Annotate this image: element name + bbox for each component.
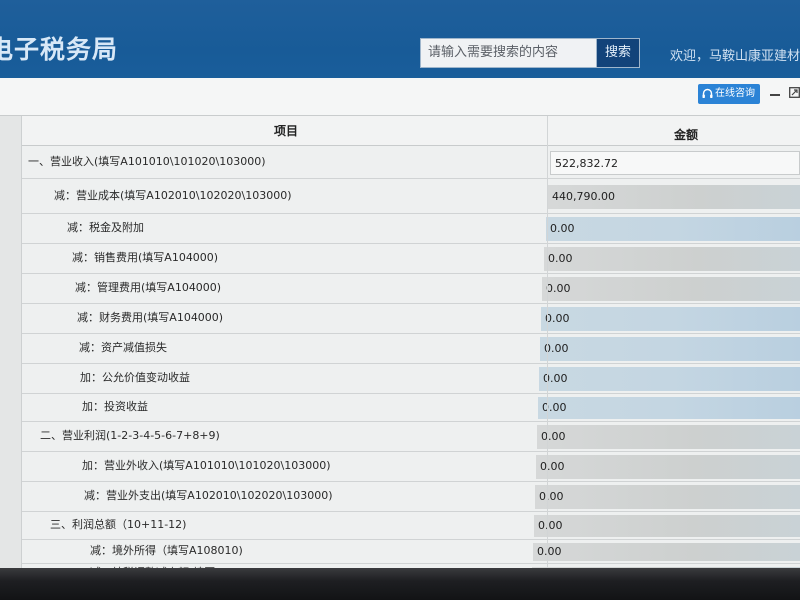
site-title: 电子税务局 (0, 35, 119, 64)
amount-value: 440,790.00 (552, 190, 615, 203)
amount-value: 0.00 (539, 490, 564, 503)
amount-input[interactable]: 0.00 (534, 515, 800, 537)
table-row: 减：税金及附加 0.00 (22, 214, 800, 244)
amount-input[interactable]: 0.00 (536, 455, 800, 479)
amount-value: 0.00 (542, 401, 567, 414)
headset-icon (702, 88, 713, 98)
table-header-row: 项目 金额 (22, 116, 800, 146)
amount-input[interactable]: 0.00 (537, 425, 800, 449)
row-label: 二、营业利润(1-2-3-4-5-6-7+8+9) (40, 429, 220, 442)
screen: 电子税务局 请输入需要搜索的内容 搜索 欢迎，马鞍山康亚建材 在线咨询 项目 金… (0, 0, 800, 600)
toolbar: 在线咨询 (0, 78, 800, 116)
amount-input[interactable]: 0.00 (539, 367, 800, 391)
income-statement-table: 项目 金额 一、营业收入(填写A101010\101020\103000) 522… (0, 116, 800, 584)
search-button[interactable]: 搜索 (596, 38, 640, 68)
table-row: 减：财务费用(填写A104000) 0.00 (22, 304, 800, 334)
amount-input[interactable]: 0.00 (544, 247, 800, 271)
row-label: 减：销售费用(填写A104000) (72, 251, 219, 264)
amount-value: 0.00 (545, 312, 570, 325)
amount-input[interactable]: 0.00 (542, 277, 800, 301)
row-label: 减：境外所得（填写A108010) (90, 544, 243, 557)
amount-value: 0.00 (541, 430, 566, 443)
table-row: 加：公允价值变动收益 0.00 (22, 364, 800, 394)
amount-value: 0.00 (548, 252, 573, 265)
amount-value: 0.00 (537, 545, 562, 558)
column-divider (547, 116, 548, 568)
table-row: 减：管理费用(填写A104000) 0.00 (22, 274, 800, 304)
amount-value: 0.00 (550, 222, 575, 235)
row-label: 减：营业外支出(填写A102010\102020\103000) (84, 489, 333, 502)
table-row: 二、营业利润(1-2-3-4-5-6-7+8+9) 0.00 (22, 422, 800, 452)
row-label: 减：税金及附加 (67, 221, 144, 234)
amount-input[interactable]: 522,832.72 (550, 151, 800, 175)
table-row: 减：营业成本(填写A102010\102020\103000) 440,790.0… (22, 179, 800, 214)
amount-value: 522,832.72 (555, 157, 618, 170)
table-row: 三、利润总额（10+11-12) 0.00 (22, 512, 800, 540)
minimize-icon[interactable] (770, 94, 780, 96)
row-label: 减：营业成本(填写A102010\102020\103000) (54, 189, 292, 202)
table-row: 减：营业外支出(填写A102010\102020\103000) 0.00 (22, 482, 800, 512)
table-row: 减：境外所得（填写A108010) 0.00 (22, 540, 800, 564)
row-label: 三、利润总额（10+11-12) (50, 518, 187, 531)
row-label: 减：财务费用(填写A104000) (77, 311, 224, 324)
amount-input[interactable]: 0.00 (541, 307, 800, 331)
row-label: 加：营业外收入(填写A101010\101020\103000) (82, 459, 331, 472)
row-label: 一、营业收入(填写A101010\101020\103000) (28, 155, 266, 168)
column-header-item: 项目 (274, 124, 299, 138)
amount-value: 0.00 (538, 519, 563, 532)
amount-value: 0.00 (540, 460, 565, 473)
welcome-text: 欢迎，马鞍山康亚建材 (670, 49, 800, 64)
table-row: 减：销售费用(填写A104000) 0.00 (22, 244, 800, 274)
amount-value: 0.00 (546, 282, 571, 295)
row-label: 减：资产减值损失 (79, 341, 167, 354)
amount-input[interactable]: 0.00 (533, 543, 800, 561)
row-label: 减：管理费用(填写A104000) (75, 281, 222, 294)
search-input[interactable]: 请输入需要搜索的内容 (420, 38, 596, 68)
online-consult-button[interactable]: 在线咨询 (698, 84, 760, 104)
amount-input[interactable]: 0.00 (540, 337, 800, 361)
amount-input[interactable]: 0.00 (538, 397, 800, 419)
maximize-icon[interactable] (789, 87, 800, 98)
table-row: 减：资产减值损失 0.00 (22, 334, 800, 364)
table-row: 一、营业收入(填写A101010\101020\103000) 522,832.7… (22, 146, 800, 179)
online-consult-label: 在线咨询 (715, 88, 755, 99)
row-gutter (0, 116, 22, 568)
row-label: 加：投资收益 (82, 400, 148, 413)
amount-input[interactable]: 0.00 (535, 485, 800, 509)
amount-input[interactable]: 440,790.00 (548, 185, 800, 209)
row-label: 加：公允价值变动收益 (80, 371, 190, 384)
table-row: 加：投资收益 0.00 (22, 394, 800, 422)
table-row: 加：营业外收入(填写A101010\101020\103000) 0.00 (22, 452, 800, 482)
monitor-bezel (0, 568, 800, 600)
amount-input[interactable]: 0.00 (546, 217, 800, 241)
